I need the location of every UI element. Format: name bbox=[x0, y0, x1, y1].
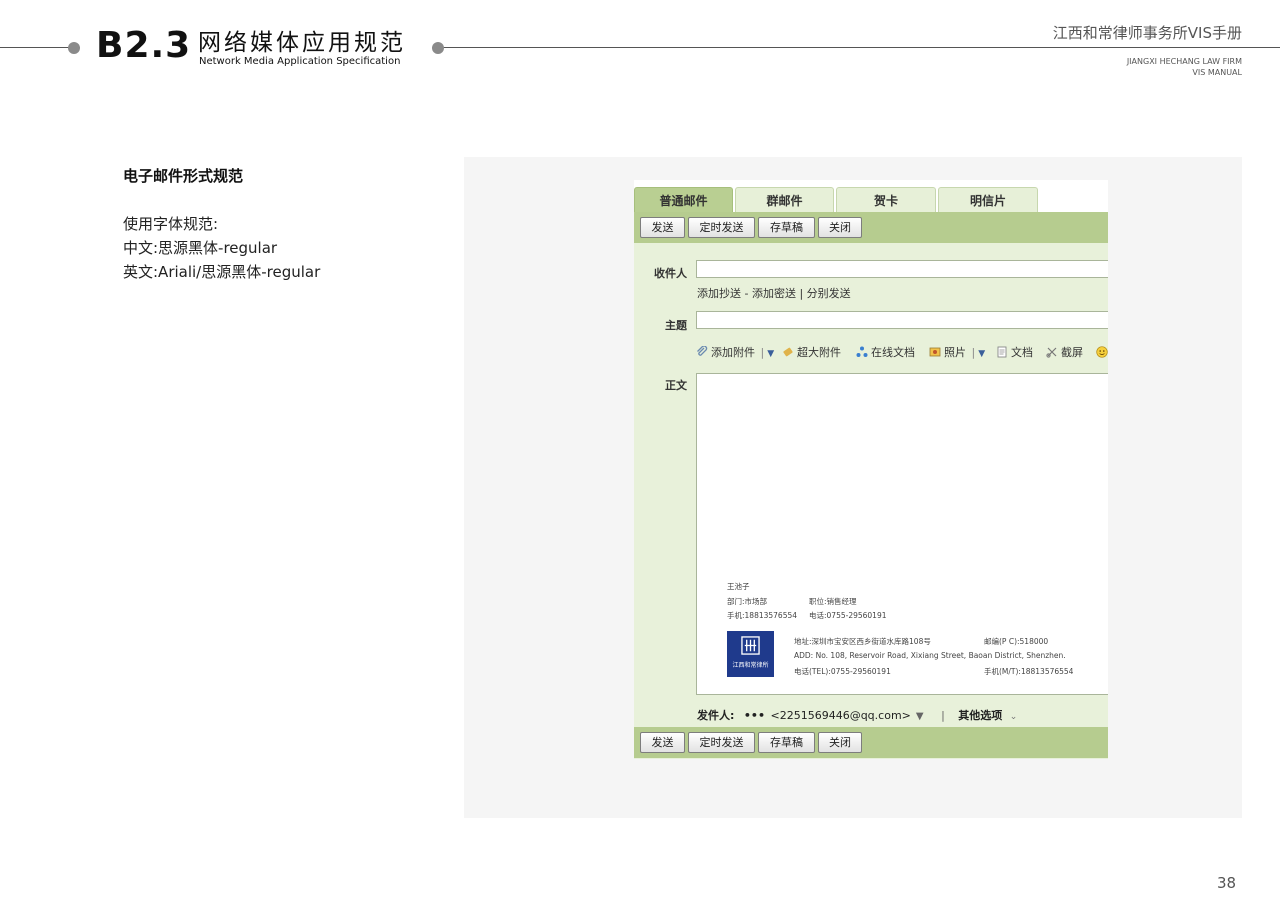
spec-font-rule: 使用字体规范: bbox=[123, 215, 219, 233]
spec-english-font: 英文:Ariali/思源黑体-regular bbox=[123, 263, 321, 281]
photo-button[interactable]: 照片 | ▼ bbox=[929, 345, 985, 362]
subject-label: 主题 bbox=[665, 319, 687, 332]
scissors-icon bbox=[1046, 347, 1057, 358]
large-attachment-button[interactable]: 超大附件 bbox=[782, 345, 841, 361]
mail-compose-window: 普通邮件 群邮件 贺卡 明信片 发送 定时发送 存草稿 关闭 收件人 添加抄送 … bbox=[634, 180, 1108, 759]
mail-tabs: 普通邮件 群邮件 贺卡 明信片 bbox=[634, 180, 1108, 212]
page-number: 38 bbox=[1217, 874, 1237, 892]
paperclip-icon bbox=[697, 346, 708, 356]
brand-title-cn: 江西和常律师事务所VIS手册 bbox=[1052, 24, 1242, 42]
emoji-icon bbox=[1096, 346, 1108, 358]
tab-normal-mail[interactable]: 普通邮件 bbox=[634, 187, 733, 212]
document-icon bbox=[997, 346, 1007, 358]
header-dot-right bbox=[432, 42, 444, 54]
signature-name: 王池子 bbox=[727, 582, 750, 591]
sender-more-icon: ••• bbox=[743, 709, 765, 722]
screenshot-button[interactable]: 截屏 bbox=[1046, 345, 1083, 361]
section-title-en: Network Media Application Specification bbox=[199, 56, 401, 67]
scheduled-send-button-bottom[interactable]: 定时发送 bbox=[688, 732, 755, 753]
signature-mobile-en: 手机(M/T):18813576554 bbox=[984, 667, 1074, 676]
signature-address-en: ADD: No. 108, Reservoir Road, Xixiang St… bbox=[794, 651, 1066, 660]
other-options-link[interactable]: 其他选项 bbox=[958, 709, 1002, 722]
send-button-bottom[interactable]: 发送 bbox=[640, 732, 685, 753]
spec-heading: 电子邮件形式规范 bbox=[123, 167, 244, 185]
signature-tel: 电话(TEL):0755-29560191 bbox=[794, 667, 891, 676]
section-number: B2.3 bbox=[96, 25, 192, 66]
scheduled-send-button[interactable]: 定时发送 bbox=[688, 217, 755, 238]
law-firm-logo: 江西和常律所 bbox=[727, 631, 774, 677]
send-button[interactable]: 发送 bbox=[640, 217, 685, 238]
header-rule-right bbox=[444, 47, 1280, 48]
sender-label: 发件人: bbox=[697, 709, 735, 722]
add-attachment-button[interactable]: 添加附件 | ▼ bbox=[696, 345, 774, 362]
sender-select[interactable]: <2251569446@qq.com> ▼ bbox=[771, 709, 924, 722]
mail-body-editor[interactable]: 王池子 部门:市场部 职位:销售经理 手机:18813576554 电话:075… bbox=[696, 373, 1108, 695]
close-button-bottom[interactable]: 关闭 bbox=[818, 732, 862, 753]
signature-mobile: 手机:18813576554 bbox=[727, 611, 798, 620]
signature-address-cn: 地址:深圳市宝安区西乡街道水库路108号 bbox=[794, 637, 931, 646]
save-draft-button-bottom[interactable]: 存草稿 bbox=[758, 732, 815, 753]
photo-icon bbox=[929, 347, 941, 357]
signature-phone: 电话:0755-29560191 bbox=[809, 611, 887, 620]
emoji-button[interactable] bbox=[1096, 345, 1108, 361]
online-document-button[interactable]: 在线文档 bbox=[856, 345, 915, 361]
save-draft-button[interactable]: 存草稿 bbox=[758, 217, 815, 238]
mail-toolbar-top: 发送 定时发送 存草稿 关闭 bbox=[634, 212, 1108, 243]
signature-department: 部门:市场部 bbox=[727, 597, 768, 606]
recipient-input[interactable] bbox=[696, 260, 1108, 278]
law-firm-logo-mark bbox=[741, 636, 760, 655]
tab-postcard[interactable]: 明信片 bbox=[938, 187, 1038, 212]
header-rule-left bbox=[0, 47, 72, 48]
document-button[interactable]: 文档 bbox=[996, 345, 1033, 361]
sender-divider: | bbox=[941, 709, 945, 722]
cc-bcc-links[interactable]: 添加抄送 - 添加密送 | 分别发送 bbox=[697, 285, 851, 301]
subject-input[interactable] bbox=[696, 311, 1108, 329]
signature-postcode: 邮编(P C):518000 bbox=[984, 637, 1049, 646]
online-document-icon bbox=[856, 346, 868, 357]
tab-greeting-card[interactable]: 贺卡 bbox=[836, 187, 936, 212]
brand-title-en-line2: VIS MANUAL bbox=[1192, 68, 1242, 77]
large-attachment-icon bbox=[783, 347, 793, 357]
tab-group-mail[interactable]: 群邮件 bbox=[735, 187, 834, 212]
other-options-expand-icon[interactable]: ⌄ bbox=[1010, 712, 1018, 722]
photo-dropdown-icon[interactable]: ▼ bbox=[978, 349, 985, 359]
section-title-cn: 网络媒体应用规范 bbox=[198, 30, 406, 56]
law-firm-logo-text: 江西和常律所 bbox=[732, 662, 769, 669]
sender-row: 发件人: ••• <2251569446@qq.com> ▼ | 其他选项 ⌄ bbox=[697, 707, 1017, 723]
sender-dropdown-icon[interactable]: ▼ bbox=[916, 711, 924, 722]
header-dot-left bbox=[68, 42, 80, 54]
signature-position: 职位:销售经理 bbox=[809, 597, 857, 606]
brand-title-en-line1: JIANGXI HECHANG LAW FIRM bbox=[1126, 57, 1242, 66]
close-button[interactable]: 关闭 bbox=[818, 217, 862, 238]
attachment-dropdown-icon[interactable]: ▼ bbox=[767, 349, 774, 359]
recipient-label: 收件人 bbox=[654, 267, 687, 280]
mail-toolbar-bottom: 发送 定时发送 存草稿 关闭 bbox=[634, 727, 1108, 758]
body-label: 正文 bbox=[665, 379, 687, 392]
spec-chinese-font: 中文:思源黑体-regular bbox=[123, 239, 278, 257]
